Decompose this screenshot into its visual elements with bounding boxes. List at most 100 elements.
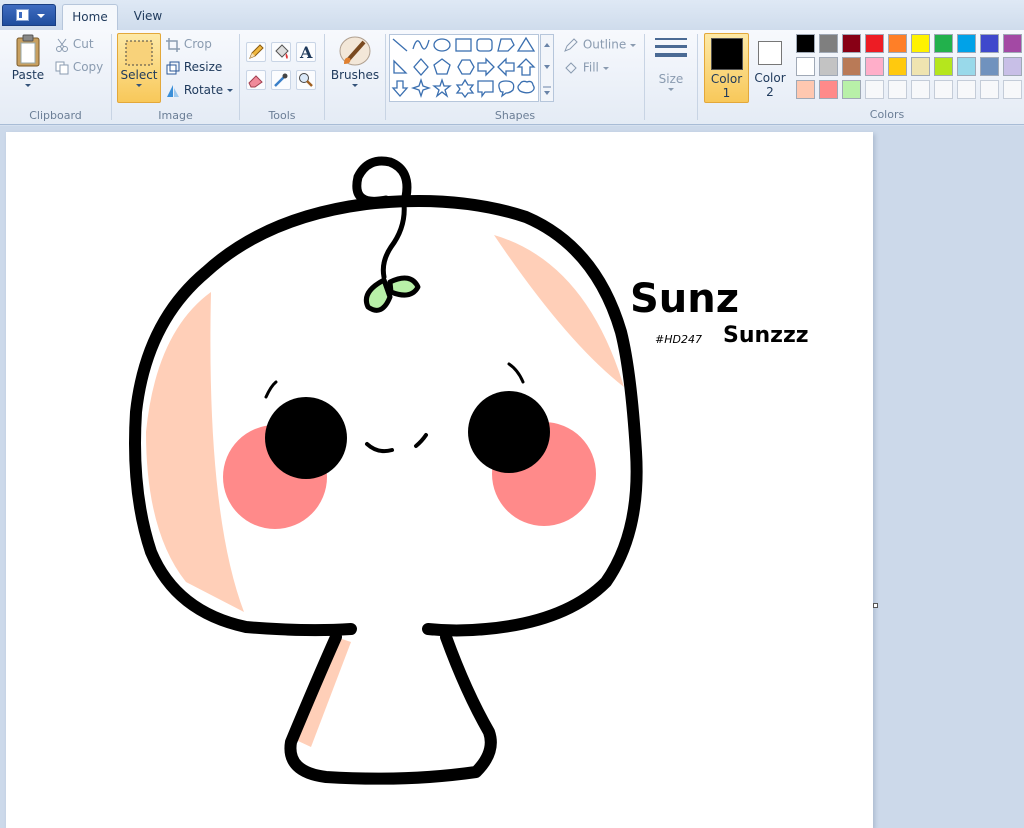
- five-point-star-shape-icon[interactable]: [432, 77, 452, 98]
- shapes-group: Outline Fill Shapes: [0, 30, 644, 125]
- chevron-down-icon: [37, 14, 45, 18]
- line-shape-icon[interactable]: [392, 38, 408, 52]
- empty-color-slot[interactable]: [865, 80, 884, 99]
- curve-shape-icon[interactable]: [412, 39, 430, 50]
- sprout-stem: [380, 201, 407, 280]
- color-swatch[interactable]: [796, 57, 815, 76]
- right-eye: [468, 391, 550, 473]
- color-swatch[interactable]: [1003, 34, 1022, 53]
- left-arrow-shape-icon[interactable]: [497, 57, 515, 77]
- signature-alt: Sunzzz: [723, 323, 809, 348]
- left-eye: [265, 397, 347, 479]
- top-loop: [352, 156, 412, 206]
- up-arrow-shape-icon[interactable]: [516, 58, 536, 76]
- paint-menu-button[interactable]: [2, 4, 56, 26]
- empty-color-slot[interactable]: [1003, 80, 1022, 99]
- right-brow: [507, 362, 525, 384]
- group-divider: [697, 34, 698, 120]
- polygon-shape-icon[interactable]: [497, 38, 515, 52]
- color-swatch[interactable]: [911, 34, 930, 53]
- empty-color-slot[interactable]: [911, 80, 930, 99]
- color-swatch[interactable]: [842, 34, 861, 53]
- right-triangle-shape-icon[interactable]: [393, 59, 408, 74]
- fill-label: Fill: [582, 60, 599, 75]
- outline-label: Outline: [582, 37, 627, 52]
- signature-tag: #HD247: [655, 333, 702, 346]
- color-swatch[interactable]: [796, 34, 815, 53]
- rectangle-callout-shape-icon[interactable]: [477, 80, 494, 98]
- color-swatch[interactable]: [934, 57, 953, 76]
- tab-home[interactable]: Home: [62, 4, 118, 30]
- color-swatch[interactable]: [911, 57, 930, 76]
- six-point-star-shape-icon[interactable]: [455, 78, 475, 99]
- color-2-button[interactable]: Color 2: [751, 33, 789, 103]
- color-swatch[interactable]: [888, 34, 907, 53]
- empty-color-slot[interactable]: [957, 80, 976, 99]
- color-1-label: Color: [710, 72, 743, 86]
- color-swatch[interactable]: [819, 80, 838, 99]
- empty-color-slot[interactable]: [888, 80, 907, 99]
- empty-color-slot[interactable]: [934, 80, 953, 99]
- drawing-canvas[interactable]: [6, 132, 873, 828]
- document-icon: [16, 9, 29, 21]
- color-2-number: 2: [766, 85, 774, 99]
- fill-bucket-icon: [565, 62, 577, 74]
- shapes-gallery-scroll[interactable]: [540, 34, 554, 102]
- color-swatch[interactable]: [819, 34, 838, 53]
- signature-main: Sunz: [630, 276, 740, 322]
- cap-shading-right: [494, 235, 624, 387]
- shapes-gallery: [389, 34, 539, 102]
- shapes-gallery-icons: [391, 36, 536, 99]
- color-swatch[interactable]: [934, 34, 953, 53]
- oval-callout-shape-icon[interactable]: [498, 80, 515, 98]
- outline-pencil-icon: [564, 38, 578, 52]
- colors-group-label: Colors: [869, 108, 905, 121]
- color-swatch[interactable]: [842, 80, 861, 99]
- color-1-button[interactable]: Color 1: [704, 33, 749, 103]
- four-point-star-shape-icon[interactable]: [410, 77, 432, 99]
- tab-view[interactable]: View: [122, 4, 174, 30]
- color-swatch[interactable]: [842, 57, 861, 76]
- canvas-resize-handle[interactable]: [873, 603, 878, 608]
- color-swatch[interactable]: [957, 34, 976, 53]
- ribbon-tab-bar: Home View: [0, 0, 1024, 31]
- right-arrow-shape-icon[interactable]: [477, 57, 495, 77]
- rounded-rectangle-shape-icon[interactable]: [476, 38, 493, 52]
- mushroom-drawing: [129, 156, 643, 785]
- color-swatch[interactable]: [819, 57, 838, 76]
- outline-button[interactable]: Outline: [563, 37, 637, 53]
- pentagon-shape-icon[interactable]: [433, 58, 451, 75]
- color-swatch[interactable]: [980, 34, 999, 53]
- color-swatch[interactable]: [1003, 57, 1022, 76]
- triangle-shape-icon[interactable]: [516, 36, 536, 52]
- hexagon-shape-icon[interactable]: [457, 59, 475, 75]
- color-swatch[interactable]: [888, 57, 907, 76]
- ribbon: Paste Cut Copy Clipboard Select Crop Res…: [0, 30, 1024, 125]
- empty-color-slot[interactable]: [980, 80, 999, 99]
- color-1-number: 1: [722, 86, 731, 100]
- scroll-arrows-icon: [543, 43, 551, 95]
- color-swatch[interactable]: [865, 34, 884, 53]
- chevron-down-icon: [668, 88, 674, 91]
- down-arrow-shape-icon[interactable]: [391, 80, 409, 97]
- sprout-leaf-left: [363, 277, 393, 313]
- color-swatch[interactable]: [957, 57, 976, 76]
- color-swatch[interactable]: [865, 57, 884, 76]
- oval-shape-icon[interactable]: [433, 38, 451, 52]
- color-swatch[interactable]: [980, 57, 999, 76]
- diamond-shape-icon[interactable]: [413, 58, 429, 76]
- color-swatch[interactable]: [796, 80, 815, 99]
- chevron-down-icon: [630, 43, 637, 47]
- fill-button[interactable]: Fill: [563, 60, 609, 76]
- line-width-icon: [655, 38, 687, 57]
- canvas-workspace: Sunz #HD247 Sunzzz: [0, 126, 1024, 828]
- size-button[interactable]: Size: [649, 36, 693, 102]
- sprout-leaf-right: [387, 275, 421, 298]
- cloud-callout-shape-icon[interactable]: [517, 80, 535, 94]
- color-2-label: Color: [754, 71, 786, 85]
- size-label: Size: [658, 72, 684, 86]
- rectangle-shape-icon[interactable]: [455, 38, 472, 52]
- color-2-swatch: [758, 41, 782, 65]
- chevron-down-icon: [602, 66, 609, 70]
- size-group: Size: [645, 30, 697, 125]
